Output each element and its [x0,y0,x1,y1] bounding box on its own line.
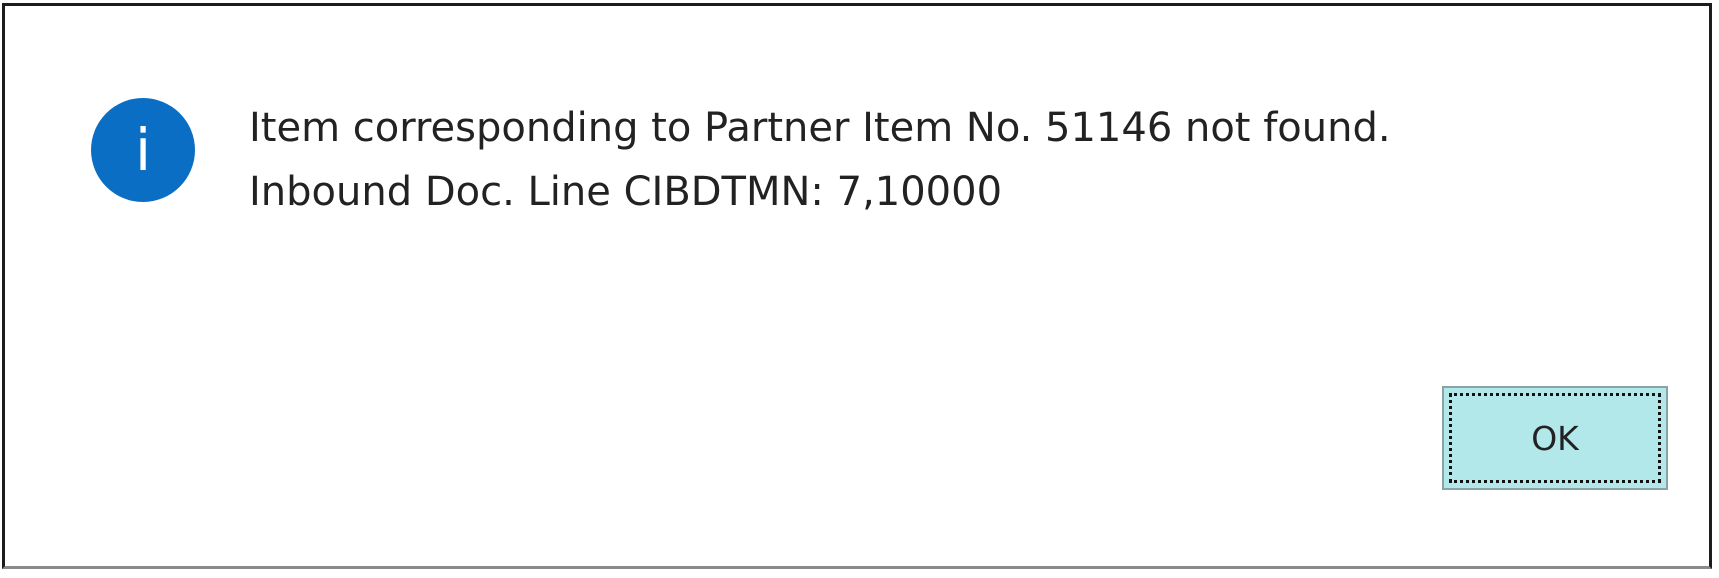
message-line-1: Item corresponding to Partner Item No. 5… [249,105,1391,151]
message-line-2: Inbound Doc. Line CIBDTMN: 7,10000 [249,169,1003,215]
message-dialog: i Item corresponding to Partner Item No.… [2,3,1712,569]
info-icon: i [91,98,195,202]
ok-button-label: OK [1449,393,1661,483]
info-icon-glyph: i [134,116,152,184]
dialog-message: Item corresponding to Partner Item No. 5… [249,96,1391,224]
ok-button[interactable]: OK [1442,386,1668,490]
